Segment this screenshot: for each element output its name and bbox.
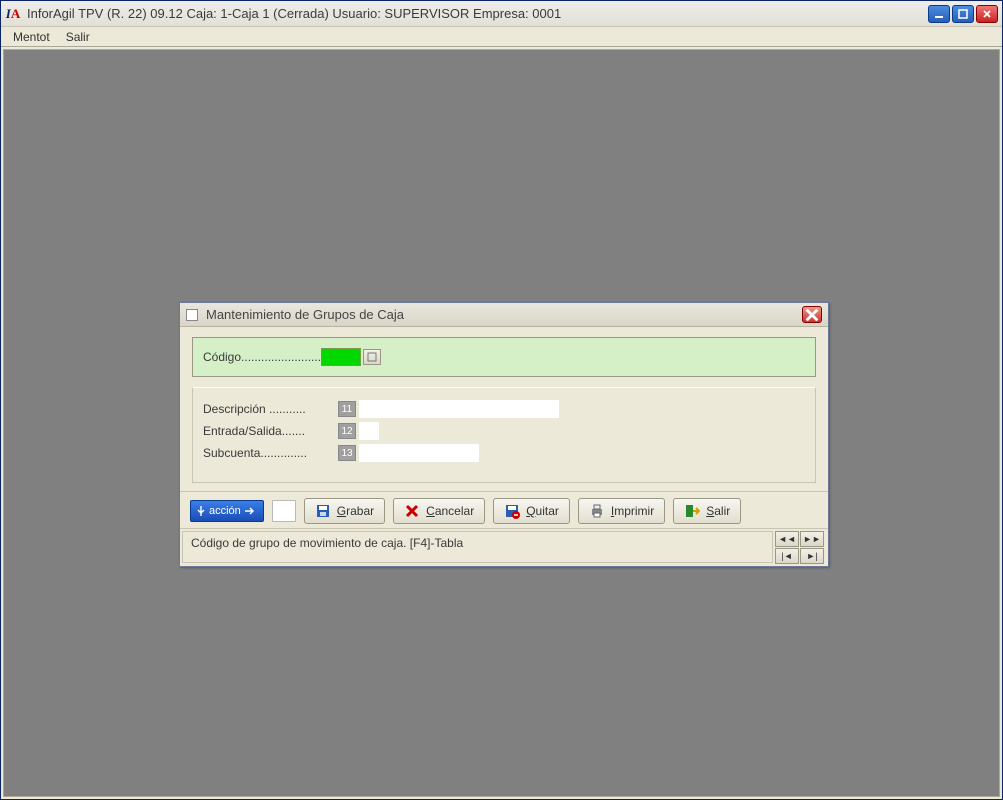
fields-panel: Descripción ........... 11 Entrada/Salid… bbox=[192, 387, 816, 483]
main-title: InforAgil TPV (R. 22) 09.12 Caja: 1-Caja… bbox=[27, 6, 928, 21]
code-label: Código........................ bbox=[203, 350, 321, 364]
dialog-body: Código........................ Descripci… bbox=[180, 327, 828, 491]
grabar-button[interactable]: GGrabarrabar bbox=[304, 498, 385, 524]
code-lookup-button[interactable] bbox=[363, 349, 381, 365]
descripcion-row: Descripción ........... 11 bbox=[203, 398, 805, 420]
dialog-toolbar: acción GGrabarrabar Cancelar Quitar bbox=[180, 491, 828, 528]
code-input[interactable] bbox=[321, 348, 361, 366]
dialog-statusbar: Código de grupo de movimiento de caja. [… bbox=[180, 528, 828, 566]
minimize-button[interactable] bbox=[928, 5, 950, 23]
window-controls bbox=[928, 5, 998, 23]
menu-mentot[interactable]: Mentot bbox=[5, 28, 58, 46]
accion-value-box[interactable] bbox=[272, 500, 296, 522]
close-button[interactable] bbox=[976, 5, 998, 23]
menu-salir[interactable]: Salir bbox=[58, 28, 98, 46]
status-text: Código de grupo de movimiento de caja. [… bbox=[182, 531, 773, 563]
app-icon: IA bbox=[5, 6, 21, 22]
imprimir-button[interactable]: Imprimir bbox=[578, 498, 665, 524]
accion-chip[interactable]: acción bbox=[190, 500, 264, 522]
entrada-salida-seq: 12 bbox=[338, 423, 356, 439]
entrada-salida-row: Entrada/Salida....... 12 bbox=[203, 420, 805, 442]
subcuenta-seq: 13 bbox=[338, 445, 356, 461]
entrada-salida-input[interactable] bbox=[359, 422, 379, 440]
entrada-salida-label: Entrada/Salida....... bbox=[203, 424, 338, 438]
main-window: IA InforAgil TPV (R. 22) 09.12 Caja: 1-C… bbox=[0, 0, 1003, 800]
mdi-area: Mantenimiento de Grupos de Caja Código..… bbox=[3, 49, 1000, 797]
subcuenta-input[interactable] bbox=[359, 444, 479, 462]
descripcion-seq: 11 bbox=[338, 401, 356, 417]
record-nav: ◄◄ ►► |◄ ►| bbox=[775, 531, 824, 564]
dialog-system-icon bbox=[186, 309, 198, 321]
nav-first[interactable]: |◄ bbox=[775, 548, 799, 564]
subcuenta-row: Subcuenta.............. 13 bbox=[203, 442, 805, 464]
subcuenta-label: Subcuenta.............. bbox=[203, 446, 338, 460]
dialog-close-button[interactable] bbox=[802, 306, 822, 323]
maximize-button[interactable] bbox=[952, 5, 974, 23]
cancelar-button[interactable]: Cancelar bbox=[393, 498, 485, 524]
menubar: Mentot Salir bbox=[1, 27, 1002, 47]
quitar-button[interactable]: Quitar bbox=[493, 498, 570, 524]
main-titlebar: IA InforAgil TPV (R. 22) 09.12 Caja: 1-C… bbox=[1, 1, 1002, 27]
descripcion-label: Descripción ........... bbox=[203, 402, 338, 416]
salir-button[interactable]: Salir bbox=[673, 498, 741, 524]
dialog-mantenimiento-grupos-caja: Mantenimiento de Grupos de Caja Código..… bbox=[179, 302, 829, 567]
code-panel: Código........................ bbox=[192, 337, 816, 377]
dialog-title: Mantenimiento de Grupos de Caja bbox=[206, 307, 802, 322]
nav-prev-page[interactable]: ◄◄ bbox=[775, 531, 799, 547]
dialog-titlebar: Mantenimiento de Grupos de Caja bbox=[180, 303, 828, 327]
nav-last[interactable]: ►| bbox=[800, 548, 824, 564]
accion-label: acción bbox=[209, 505, 241, 517]
nav-next-page[interactable]: ►► bbox=[800, 531, 824, 547]
descripcion-input[interactable] bbox=[359, 400, 559, 418]
